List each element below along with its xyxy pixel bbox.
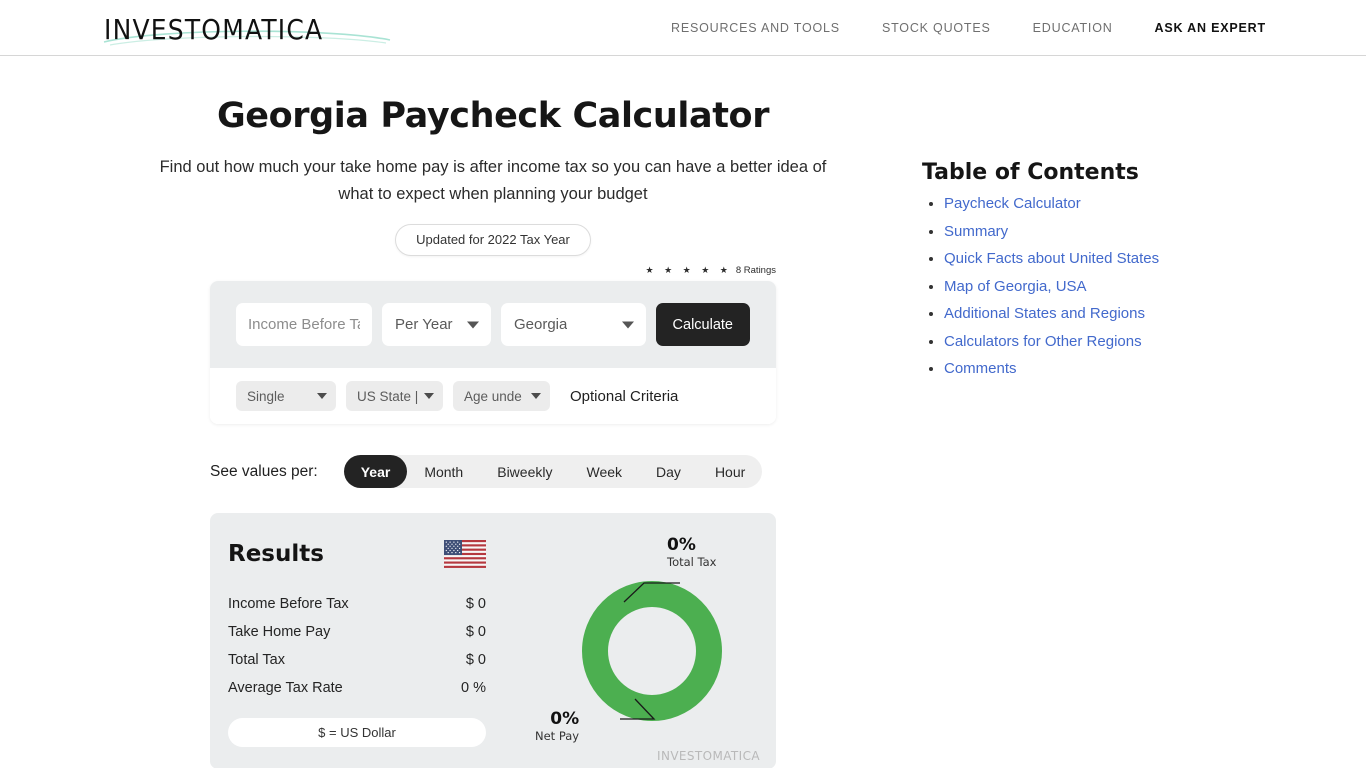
toc-link-summary[interactable]: Summary (944, 223, 1008, 240)
result-value: 0 % (461, 680, 486, 696)
period-tab-day[interactable]: Day (639, 455, 698, 488)
chevron-down-icon (317, 393, 327, 399)
chevron-down-icon (621, 321, 634, 328)
donut-net-pay-name: Net Pay (535, 729, 580, 743)
result-value: $ 0 (465, 596, 486, 612)
donut-label-net-pay: 0% Net Pay (535, 709, 579, 743)
table-of-contents: Table of Contents Paycheck Calculator Su… (922, 160, 1252, 388)
toc-list-item: Calculators for Other Regions (944, 333, 1252, 351)
toc-list: Paycheck Calculator Summary Quick Facts … (922, 195, 1252, 378)
nav-item-resources-and-tools[interactable]: RESOURCES AND TOOLS (650, 21, 861, 35)
age-value: Age unde (464, 388, 522, 404)
toc-list-item: Map of Georgia, USA (944, 278, 1252, 296)
donut-label-total-tax: 0% Total Tax (667, 535, 717, 569)
main-navigation: RESOURCES AND TOOLS STOCK QUOTES EDUCATI… (650, 0, 1287, 56)
chevron-down-icon (466, 321, 479, 328)
donut-total-tax-name: Total Tax (667, 555, 717, 569)
toc-list-item: Additional States and Regions (944, 305, 1252, 323)
calculate-button[interactable]: Calculate (655, 303, 750, 346)
page-body: Georgia Paycheck Calculator Find out how… (0, 56, 1366, 768)
result-row-total-tax: Total Tax $ 0 (228, 646, 486, 674)
results-rows: Income Before Tax $ 0 Take Home Pay $ 0 … (228, 590, 486, 702)
toc-link-comments[interactable]: Comments (944, 360, 1017, 377)
result-value: $ 0 (465, 624, 486, 640)
us-state-value: US State | (357, 388, 419, 404)
income-before-tax-input[interactable] (236, 303, 372, 346)
result-row-average-tax-rate: Average Tax Rate 0 % (228, 674, 486, 702)
period-tab-year[interactable]: Year (343, 455, 408, 488)
period-tab-week[interactable]: Week (569, 455, 639, 488)
region-select-value: Georgia (513, 316, 568, 333)
site-logo[interactable]: INVESTOMATICA (103, 8, 404, 50)
result-row-take-home-pay: Take Home Pay $ 0 (228, 618, 486, 646)
period-tab-biweekly[interactable]: Biweekly (480, 455, 569, 488)
period-tab-hour[interactable]: Hour (698, 455, 762, 488)
main-content-column: Georgia Paycheck Calculator Find out how… (160, 56, 826, 768)
chevron-down-icon (424, 393, 434, 399)
donut-net-pay-percent: 0% (550, 709, 580, 729)
calculator-optional-row: Single US State | Age unde Optional Crit… (210, 368, 776, 424)
period-switch-group: Year Month Biweekly Week Day Hour (343, 455, 763, 488)
rating-stars-icon: ★ ★ ★ ★ ★ (645, 265, 732, 275)
result-label: Average Tax Rate (228, 680, 343, 696)
result-label: Take Home Pay (228, 624, 331, 640)
toc-link-quick-facts[interactable]: Quick Facts about United States (944, 250, 1159, 267)
results-title: Results (228, 541, 324, 567)
result-row-income-before-tax: Income Before Tax $ 0 (228, 590, 486, 618)
region-select[interactable]: Georgia (500, 303, 646, 346)
results-header: Results (228, 540, 486, 568)
nav-item-education[interactable]: EDUCATION (1012, 21, 1134, 35)
period-tab-month[interactable]: Month (407, 455, 480, 488)
ratings-row: ★ ★ ★ ★ ★ 8 Ratings (210, 265, 776, 276)
pay-period-select-value: Per Year (395, 316, 453, 333)
currency-note[interactable]: $ = US Dollar (228, 718, 486, 747)
donut-total-tax-percent: 0% (667, 535, 696, 555)
toc-list-item: Quick Facts about United States (944, 250, 1252, 268)
chart-watermark: INVESTOMATICA (657, 749, 760, 763)
filing-status-select[interactable]: Single (236, 381, 336, 411)
site-header: INVESTOMATICA RESOURCES AND TOOLS STOCK … (0, 0, 1366, 56)
results-summary-panel: Results Income Before Tax $ 0 Take Home … (210, 513, 512, 768)
see-values-per-label: See values per: (210, 462, 318, 480)
age-select[interactable]: Age unde (453, 381, 550, 411)
nav-item-ask-an-expert[interactable]: ASK AN EXPERT (1134, 21, 1287, 35)
toc-list-item: Comments (944, 360, 1252, 378)
result-value: $ 0 (465, 652, 486, 668)
toc-list-item: Summary (944, 223, 1252, 241)
site-logo-text: INVESTOMATICA (104, 12, 324, 46)
donut-segment-net-pay (582, 581, 722, 721)
update-badge-row: Updated for 2022 Tax Year (210, 224, 776, 256)
results-card: Results Income Before Tax $ 0 Take Home … (210, 513, 776, 768)
us-flag-icon (444, 540, 486, 568)
chevron-down-icon (531, 393, 541, 399)
period-switch-row: See values per: Year Month Biweekly Week… (210, 455, 776, 488)
updated-tax-year-badge[interactable]: Updated for 2022 Tax Year (395, 224, 591, 256)
toc-link-other-regions[interactable]: Calculators for Other Regions (944, 333, 1142, 350)
toc-title: Table of Contents (922, 160, 1139, 185)
toc-link-additional-states[interactable]: Additional States and Regions (944, 305, 1145, 322)
calculator-card: Per Year Georgia Calculate Single US Sta… (210, 281, 776, 424)
page-subtitle: Find out how much your take home pay is … (159, 158, 827, 203)
page-title: Georgia Paycheck Calculator (216, 96, 770, 136)
ratings-count: 8 Ratings (735, 265, 776, 276)
us-state-select[interactable]: US State | (346, 381, 443, 411)
calculator-primary-row: Per Year Georgia Calculate (210, 281, 776, 368)
results-chart-panel: 0% Total Tax 0% Net Pay INVESTOMATICA (512, 513, 776, 768)
toc-link-map-of-georgia[interactable]: Map of Georgia, USA (944, 278, 1087, 295)
toc-list-item: Paycheck Calculator (944, 195, 1252, 213)
result-label: Total Tax (228, 652, 285, 668)
pay-period-select[interactable]: Per Year (382, 303, 491, 346)
result-label: Income Before Tax (228, 596, 349, 612)
optional-criteria-label: Optional Criteria (570, 387, 679, 405)
nav-item-stock-quotes[interactable]: STOCK QUOTES (861, 21, 1012, 35)
toc-link-paycheck-calculator[interactable]: Paycheck Calculator (944, 195, 1081, 212)
filing-status-value: Single (247, 388, 285, 404)
